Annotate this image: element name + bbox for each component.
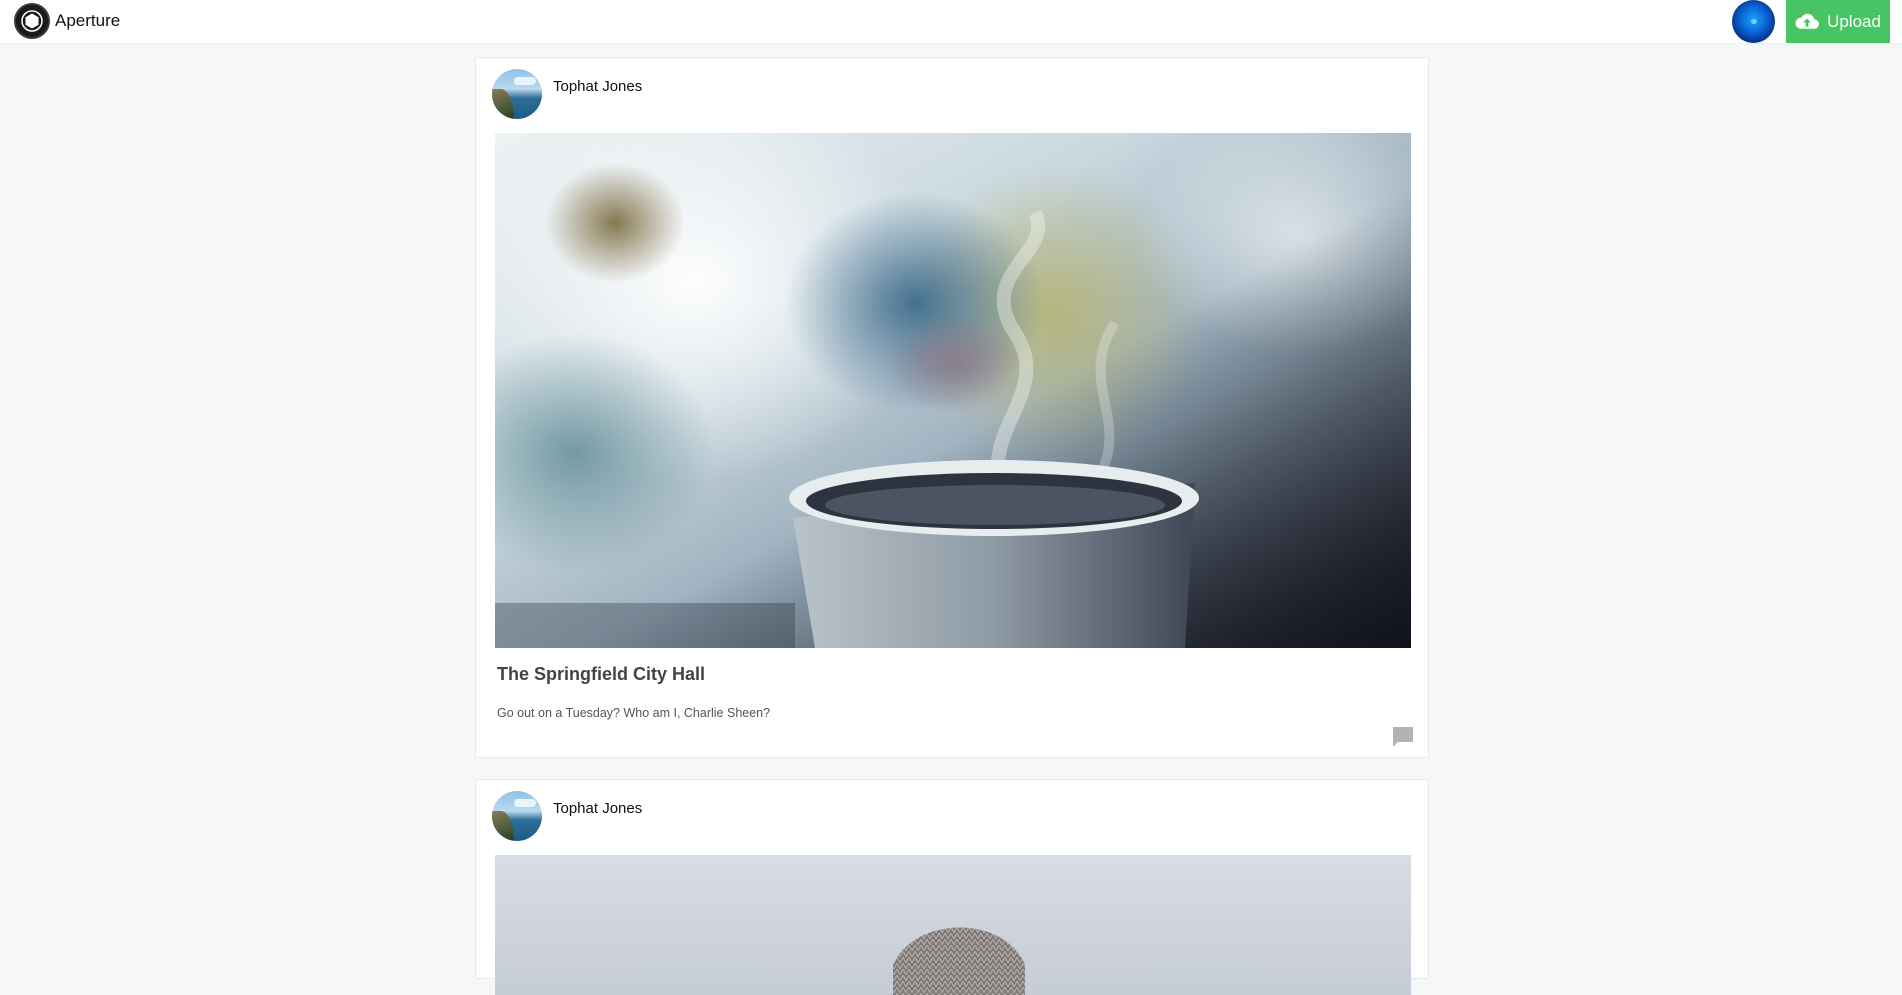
author-avatar — [492, 791, 542, 841]
post-description: Go out on a Tuesday? Who am I, Charlie S… — [497, 706, 771, 720]
top-navbar: Aperture Upload — [0, 0, 1902, 44]
upload-button-label: Upload — [1827, 11, 1881, 31]
aperture-logo-icon — [14, 3, 50, 39]
upload-button[interactable]: Upload — [1786, 0, 1890, 43]
post-photo[interactable] — [495, 133, 1411, 648]
post-card: Tophat Jones — [475, 779, 1429, 995]
post-title: The Springfield City Hall — [497, 664, 706, 684]
comment-icon[interactable] — [1392, 726, 1414, 748]
post-author[interactable]: Tophat Jones — [492, 791, 642, 841]
brand-name: Aperture — [55, 11, 121, 30]
author-name: Tophat Jones — [553, 800, 643, 817]
post-author[interactable]: Tophat Jones — [492, 69, 642, 119]
cloud-upload-icon — [1795, 13, 1819, 29]
user-avatar-button[interactable] — [1732, 0, 1775, 43]
avatar-orb-icon — [1751, 19, 1757, 24]
post-photo[interactable] — [495, 855, 1411, 995]
author-name: Tophat Jones — [553, 78, 643, 95]
author-avatar — [492, 69, 542, 119]
post-card: Tophat Jones — [475, 57, 1429, 758]
brand-home-link[interactable]: Aperture — [14, 2, 120, 40]
